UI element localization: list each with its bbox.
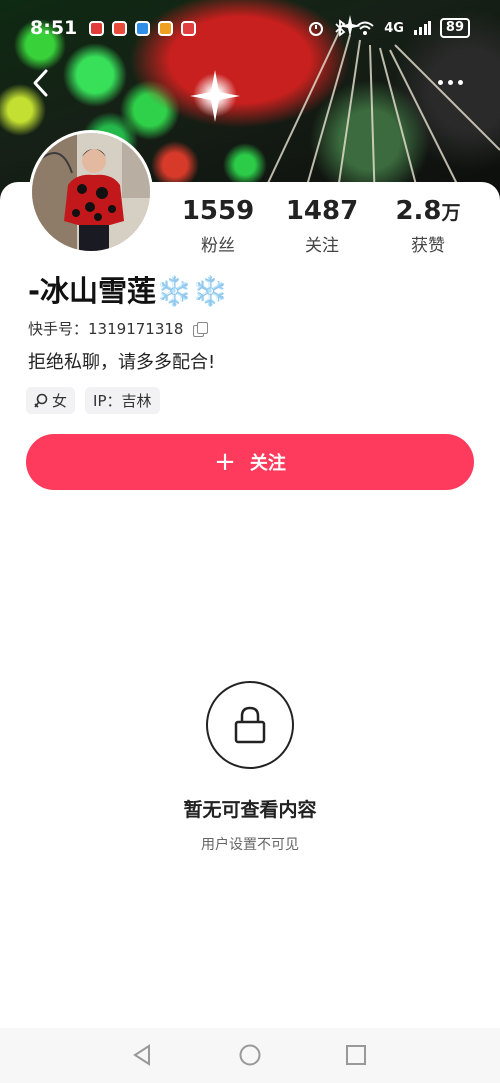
- stat-label: 获赞: [411, 236, 445, 256]
- nav-back-button[interactable]: [131, 1043, 155, 1067]
- stat-likes[interactable]: 2.8万 获赞: [378, 196, 478, 256]
- notification-icon: [112, 20, 128, 36]
- bluetooth-icon: [335, 19, 346, 37]
- stat-label: 粉丝: [201, 236, 235, 256]
- stat-value: 2.8万: [395, 196, 461, 226]
- more-dot-icon: [458, 79, 463, 85]
- kuaishou-id: 1319171318: [88, 319, 184, 338]
- stat-label: 关注: [305, 236, 339, 256]
- empty-state-subtitle: 用户设置不可见: [201, 837, 299, 853]
- lock-icon: [234, 706, 266, 744]
- status-time: 8:51: [30, 17, 78, 39]
- profile-name: -冰山雪莲❄️❄️: [28, 274, 229, 308]
- kuaishou-id-label: 快手号：: [28, 320, 89, 338]
- profile-tags: 女 IP：吉林: [26, 387, 160, 414]
- lock-circle: [206, 681, 294, 769]
- more-options-button[interactable]: [438, 72, 472, 92]
- alarm-icon: [309, 22, 324, 36]
- ip-tag: IP：吉林: [85, 387, 160, 414]
- wifi-icon: [356, 21, 374, 35]
- notification-icon: [89, 20, 105, 36]
- signal-icon: [413, 21, 431, 35]
- nav-recents-button[interactable]: [344, 1043, 368, 1067]
- square-recents-icon: [346, 1045, 366, 1065]
- triangle-back-icon: [133, 1044, 150, 1066]
- notification-icon: [135, 20, 151, 36]
- stat-followers[interactable]: 1559 粉丝: [168, 196, 268, 256]
- circle-home-icon: [239, 1044, 261, 1066]
- nav-home-button[interactable]: [238, 1043, 262, 1067]
- stat-value: 1559: [181, 196, 255, 226]
- notification-icons: [89, 20, 197, 36]
- notification-icon: [158, 20, 174, 36]
- avatar[interactable]: [29, 130, 153, 254]
- more-dot-icon: [448, 79, 453, 85]
- more-dot-icon: [438, 79, 443, 85]
- empty-state-title: 暂无可查看内容: [183, 799, 317, 821]
- follow-label: 关注: [249, 453, 286, 474]
- chevron-left-icon: [33, 69, 48, 97]
- notification-icon: [181, 20, 197, 36]
- copy-icon[interactable]: [193, 321, 209, 337]
- female-icon: [34, 393, 48, 408]
- follow-button[interactable]: + 关注: [26, 434, 474, 490]
- plus-icon: +: [214, 447, 236, 477]
- kuaishou-id-row: 快手号： 1319171318: [28, 318, 209, 339]
- status-bar: 8:51 4G 89: [0, 0, 500, 56]
- gender-tag: 女: [26, 387, 76, 414]
- ip-label: IP：吉林: [93, 392, 152, 410]
- gender-label: 女: [52, 392, 68, 410]
- network-type: 4G: [384, 20, 404, 36]
- stat-value: 1487: [285, 196, 359, 226]
- profile-bio: 拒绝私聊，请多多配合!: [28, 352, 216, 373]
- stat-following[interactable]: 1487 关注: [272, 196, 372, 256]
- battery-level: 89: [439, 18, 470, 38]
- system-icons: 4G 89: [307, 18, 470, 38]
- system-nav-bar: [0, 1028, 500, 1083]
- back-button[interactable]: [28, 66, 58, 100]
